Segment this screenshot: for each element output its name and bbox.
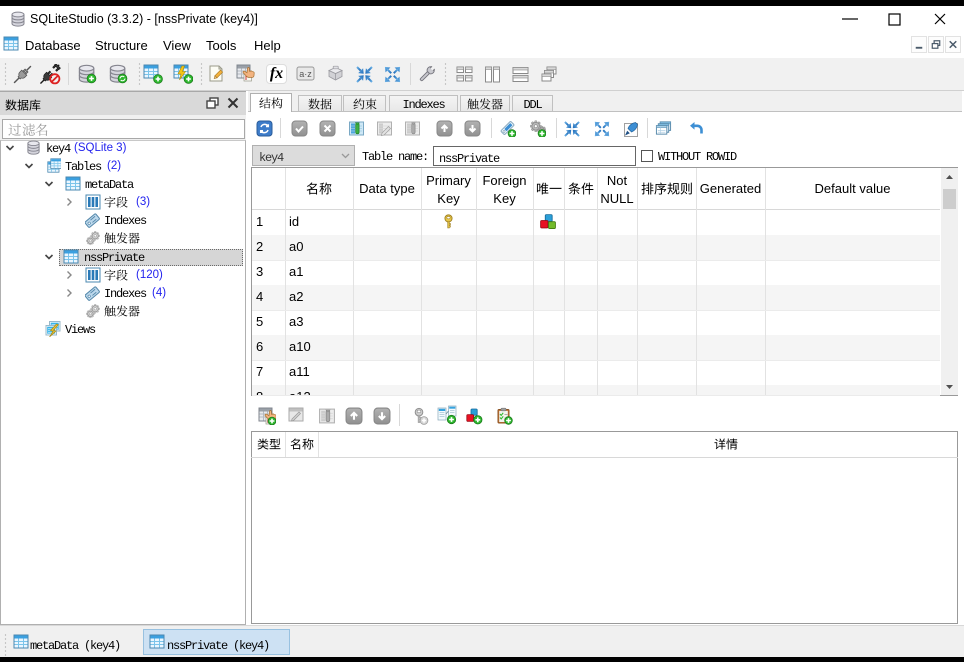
svg-text:a·z: a·z <box>299 69 312 79</box>
